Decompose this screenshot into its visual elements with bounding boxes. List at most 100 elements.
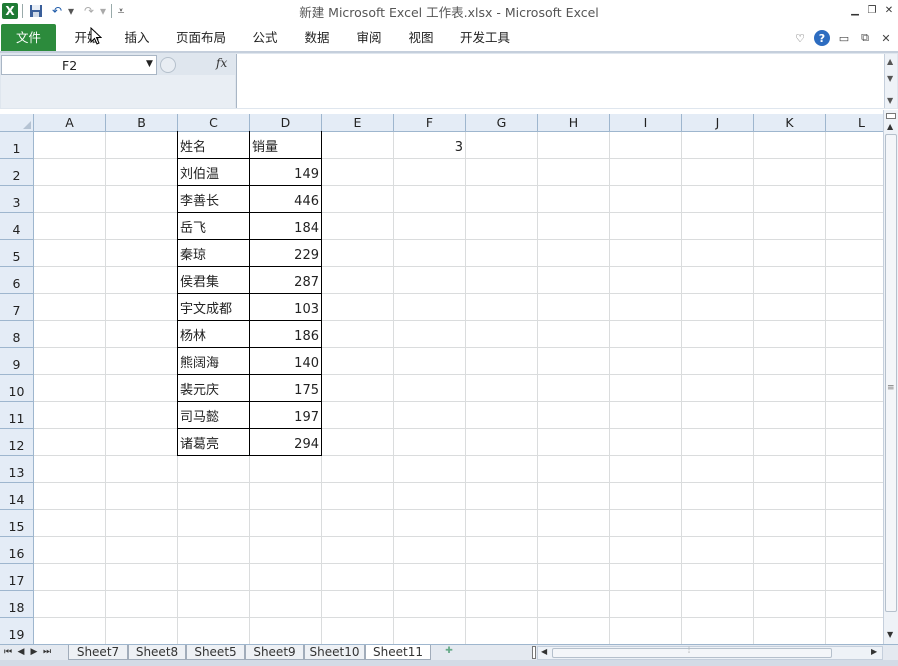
cell-c11[interactable]: 司马懿 [178, 402, 249, 429]
vertical-scroll-thumb[interactable]: ≡ [885, 134, 897, 612]
vertical-scrollbar[interactable]: ▲ ≡ ▼ [883, 110, 898, 644]
row-header-5[interactable]: 5 [0, 240, 34, 267]
formula-bar-scrollbar[interactable]: ▲ ▼ ▼ [884, 54, 897, 108]
cell-c2[interactable]: 刘伯温 [178, 159, 249, 186]
column-header-h[interactable]: H [538, 114, 610, 132]
expand-formula-icon[interactable]: ▼ [887, 96, 893, 105]
insert-sheet-icon[interactable]: ✚ [442, 646, 456, 659]
cell-d3[interactable]: 446 [250, 186, 321, 213]
cell-c4[interactable]: 岳飞 [178, 213, 249, 240]
scroll-down-icon[interactable]: ▼ [887, 630, 893, 639]
redo-dropdown-icon[interactable]: ▾ [99, 3, 107, 19]
cell-d5[interactable]: 229 [250, 240, 321, 267]
cell-d4[interactable]: 184 [250, 213, 321, 240]
row-header-11[interactable]: 11 [0, 402, 34, 429]
undo-icon[interactable]: ↶ [50, 3, 64, 19]
column-header-c[interactable]: C [178, 114, 250, 132]
column-header-j[interactable]: J [682, 114, 754, 132]
next-sheet-icon[interactable]: ▶ [29, 646, 39, 659]
cell-d7[interactable]: 103 [250, 294, 321, 321]
column-header-k[interactable]: K [754, 114, 826, 132]
qat-dropdown-icon[interactable]: ⩡ [116, 3, 126, 19]
doc-close-icon[interactable]: ✕ [880, 30, 892, 46]
column-header-l[interactable]: L [826, 114, 883, 132]
name-box[interactable]: F2 ▼ [1, 55, 157, 75]
cell-c5[interactable]: 秦琼 [178, 240, 249, 267]
doc-minimize-icon[interactable]: ▭ [838, 30, 850, 46]
horizontal-scroll-thumb[interactable]: ⦙ [552, 646, 832, 658]
row-header-7[interactable]: 7 [0, 294, 34, 321]
column-header-i[interactable]: I [610, 114, 682, 132]
cell-c1[interactable]: 姓名 [178, 132, 249, 159]
row-header-19[interactable]: 19 [0, 618, 34, 644]
cell-d2[interactable]: 149 [250, 159, 321, 186]
close-icon[interactable]: ✕ [882, 3, 896, 17]
tab-developer[interactable]: 开发工具 [456, 28, 514, 48]
cell-c10[interactable]: 裴元庆 [178, 375, 249, 402]
scroll-left-icon[interactable]: ◀ [541, 647, 547, 656]
column-header-f[interactable]: F [394, 114, 466, 132]
cell-f1[interactable]: 3 [394, 132, 465, 159]
tab-split-handle[interactable] [532, 646, 536, 659]
tab-file[interactable]: 文件 [1, 24, 56, 51]
sheet-tab-sheet8[interactable]: Sheet8 [128, 645, 186, 660]
cell-c7[interactable]: 宇文成都 [178, 294, 249, 321]
chevron-down-icon[interactable]: ▼ [146, 59, 153, 69]
column-header-a[interactable]: A [34, 114, 106, 132]
row-header-12[interactable]: 12 [0, 429, 34, 456]
cell-c8[interactable]: 杨林 [178, 321, 249, 348]
cell-d8[interactable]: 186 [250, 321, 321, 348]
sheet-tab-sheet11[interactable]: Sheet11 [365, 645, 431, 660]
cell-d6[interactable]: 287 [250, 267, 321, 294]
cell-d11[interactable]: 197 [250, 402, 321, 429]
tab-page-layout[interactable]: 页面布局 [172, 28, 230, 48]
undo-dropdown-icon[interactable]: ▾ [67, 3, 75, 19]
column-header-b[interactable]: B [106, 114, 178, 132]
tab-view[interactable]: 视图 [404, 28, 438, 48]
restore-icon[interactable]: ❐ [865, 3, 879, 17]
cell-c9[interactable]: 熊阔海 [178, 348, 249, 375]
row-header-15[interactable]: 15 [0, 510, 34, 537]
minimize-icon[interactable]: ▁ [848, 3, 862, 17]
doc-restore-icon[interactable]: ⧉ [859, 30, 871, 46]
name-box-resize-handle[interactable] [160, 57, 176, 73]
cell-d12[interactable]: 294 [250, 429, 321, 456]
sheet-tab-sheet5[interactable]: Sheet5 [186, 645, 245, 660]
sheet-tab-sheet10[interactable]: Sheet10 [304, 645, 365, 660]
scroll-up-icon[interactable]: ▲ [887, 122, 893, 131]
fx-icon[interactable]: fx [216, 56, 227, 70]
sheet-tab-sheet9[interactable]: Sheet9 [245, 645, 304, 660]
column-header-e[interactable]: E [322, 114, 394, 132]
cell-d1[interactable]: 销量 [250, 132, 321, 159]
split-handle[interactable] [886, 113, 896, 119]
redo-icon[interactable]: ↷ [82, 3, 96, 19]
cell-d10[interactable]: 175 [250, 375, 321, 402]
excel-logo-icon[interactable]: X [2, 3, 18, 19]
row-header-6[interactable]: 6 [0, 267, 34, 294]
select-all-corner[interactable] [0, 114, 34, 132]
arrow-down-icon[interactable]: ▼ [887, 74, 893, 83]
tab-formulas[interactable]: 公式 [248, 28, 282, 48]
cell-d9[interactable]: 140 [250, 348, 321, 375]
row-header-16[interactable]: 16 [0, 537, 34, 564]
formula-input[interactable] [236, 54, 884, 108]
cell-c6[interactable]: 侯君集 [178, 267, 249, 294]
save-icon[interactable] [28, 3, 44, 19]
row-header-8[interactable]: 8 [0, 321, 34, 348]
cell-c3[interactable]: 李善长 [178, 186, 249, 213]
cell-c12[interactable]: 诸葛亮 [178, 429, 249, 456]
row-header-2[interactable]: 2 [0, 159, 34, 186]
arrow-up-icon[interactable]: ▲ [887, 57, 893, 66]
worksheet-grid[interactable]: ABCDEFGHIJKL 1 2 3 4 5 6 7 8 9 10 11 12 13 14 15 16 17 18… [0, 114, 883, 644]
minimize-ribbon-icon[interactable]: ♡ [794, 30, 806, 46]
tab-review[interactable]: 审阅 [352, 28, 386, 48]
column-header-g[interactable]: G [466, 114, 538, 132]
row-header-18[interactable]: 18 [0, 591, 34, 618]
column-header-d[interactable]: D [250, 114, 322, 132]
row-header-10[interactable]: 10 [0, 375, 34, 402]
scroll-right-icon[interactable]: ▶ [871, 647, 877, 656]
tab-home[interactable]: 开始 [70, 28, 104, 48]
tab-data[interactable]: 数据 [300, 28, 334, 48]
last-sheet-icon[interactable]: ⏭ [42, 646, 52, 659]
help-icon[interactable]: ? [814, 30, 830, 46]
